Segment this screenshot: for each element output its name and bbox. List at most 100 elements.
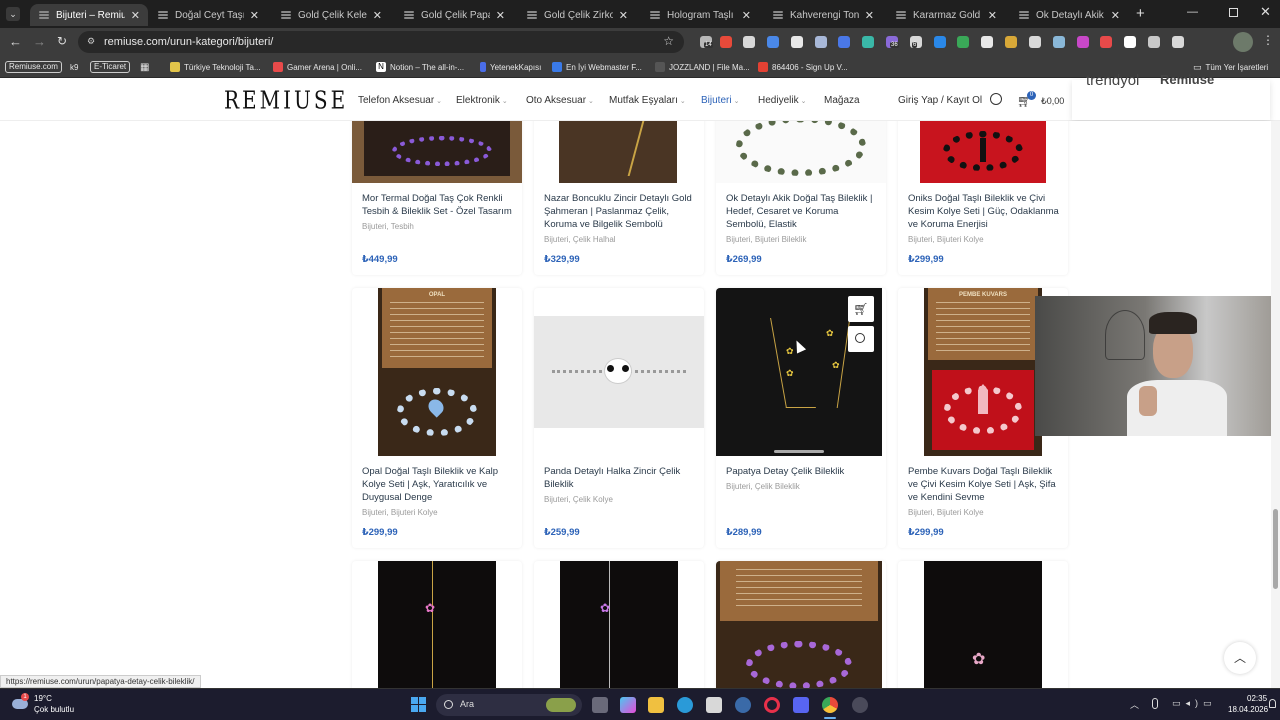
task-view-icon[interactable]: [592, 697, 608, 713]
steam-icon[interactable]: [735, 697, 751, 713]
browser-tab[interactable]: Bijuteri – Remiuse ✕: [30, 4, 148, 26]
browser-tab[interactable]: Kararmaz Gold Çelik ✕: [887, 4, 1005, 26]
product-card[interactable]: ✿: [898, 561, 1068, 688]
file-explorer-icon[interactable]: [648, 697, 664, 713]
browser-tab[interactable]: Ok Detaylı Akik Doğ ✕: [1010, 4, 1128, 26]
extension-icon[interactable]: [1029, 36, 1041, 48]
quick-view-button[interactable]: [848, 326, 874, 352]
tray-icons[interactable]: ▭◂)▭: [1172, 698, 1222, 710]
product-categories[interactable]: Bijuteri, Çelik Kolye: [544, 495, 613, 504]
extension-icon[interactable]: [957, 36, 969, 48]
browser-tab[interactable]: Kahverengi Tonlu Akik ✕: [764, 4, 882, 26]
site-logo[interactable]: REMIUSE: [224, 86, 348, 115]
apps-grid-icon[interactable]: ▦: [140, 60, 149, 74]
extension-icon[interactable]: [791, 36, 803, 48]
start-button[interactable]: [411, 697, 426, 712]
bookmark-eticaret[interactable]: E-Ticaret: [90, 60, 131, 74]
extension-icon[interactable]: [934, 36, 946, 48]
extension-icon[interactable]: [1053, 36, 1065, 48]
page-scrollbar[interactable]: [1271, 121, 1280, 688]
product-categories[interactable]: Bijuteri, Çelik Halhal: [544, 235, 616, 244]
extension-icon[interactable]: [838, 36, 850, 48]
login-link[interactable]: Giriş Yap / Kayıt Ol: [898, 95, 982, 106]
bookmark-jozzland[interactable]: JOZZLAND | File Ma...: [655, 60, 750, 74]
browser-tab[interactable]: Gold Çelik Zirkon Taş ✕: [518, 4, 636, 26]
product-categories[interactable]: Bijuteri, Tesbih: [362, 222, 414, 231]
close-tab-icon[interactable]: ✕: [250, 9, 259, 22]
product-title[interactable]: Pembe Kuvars Doğal Taşlı Bileklik ve Çiv…: [908, 465, 1060, 504]
product-card[interactable]: [716, 561, 886, 688]
bookmark-gmail[interactable]: 864406 - Sign Up V...: [758, 60, 848, 74]
product-card[interactable]: Mor Termal Doğal Taş Çok Renkli Tesbih &…: [352, 121, 522, 275]
extension-icon[interactable]: [767, 36, 779, 48]
product-card[interactable]: Panda Detaylı Halka Zincir Çelik Bilekli…: [534, 288, 704, 548]
product-image[interactable]: OPAL: [352, 288, 522, 456]
bookmark-notion[interactable]: N Notion – The all-in-...: [376, 60, 464, 74]
product-card[interactable]: Nazar Boncuklu Zincir Detaylı Gold Şahme…: [534, 121, 704, 275]
close-tab-icon[interactable]: ✕: [1111, 9, 1120, 22]
extension-icon[interactable]: [981, 36, 993, 48]
product-image[interactable]: [352, 121, 522, 183]
product-categories[interactable]: Bijuteri, Bijuteri Bileklik: [726, 235, 806, 244]
bookmark-remiuse[interactable]: Remiuse.com: [5, 60, 62, 74]
product-card[interactable]: ✿ ✿ ✿ ✿ 🛒︎ Papatya Detay Çelik Bileklik …: [716, 288, 886, 548]
product-image[interactable]: [716, 561, 886, 688]
minimize-button[interactable]: —: [1187, 6, 1198, 18]
menu-icon[interactable]: ⋮: [1262, 33, 1274, 47]
product-image[interactable]: ✿: [352, 561, 522, 688]
clock-time[interactable]: 02:35: [1247, 694, 1267, 703]
nav-hediyelik[interactable]: Hediyelik ⌄: [758, 95, 806, 106]
browser-tab[interactable]: Gold Çelik Papatya ve ✕: [395, 4, 513, 26]
product-categories[interactable]: Bijuteri, Bijuteri Kolye: [908, 508, 984, 517]
extension-icon[interactable]: [1172, 36, 1184, 48]
nav-oto-aksesuar[interactable]: Oto Aksesuar ⌄: [526, 95, 594, 106]
close-tab-icon[interactable]: ✕: [988, 9, 997, 22]
extension-icon[interactable]: [1077, 36, 1089, 48]
product-title[interactable]: Opal Doğal Taşlı Bileklik ve Kalp Kolye …: [362, 465, 514, 504]
site-info-icon[interactable]: ⚙: [87, 36, 95, 47]
close-tab-icon[interactable]: ✕: [742, 9, 751, 22]
chrome-icon[interactable]: [822, 697, 838, 713]
cart-total[interactable]: ₺0,00: [1041, 96, 1064, 107]
bookmark-webmaster[interactable]: En İyi Webmaster F...: [552, 60, 642, 74]
product-card[interactable]: OPAL Opal Doğal Taşlı Bileklik ve Kalp K…: [352, 288, 522, 548]
search-icon[interactable]: [990, 93, 1002, 105]
product-title[interactable]: Panda Detaylı Halka Zincir Çelik Bilekli…: [544, 465, 696, 491]
notification-bell-icon[interactable]: [1269, 699, 1276, 708]
tray-chevron-icon[interactable]: ︿: [1130, 698, 1139, 711]
product-categories[interactable]: Bijuteri, Çelik Bileklik: [726, 482, 800, 491]
forward-icon[interactable]: →: [33, 34, 46, 49]
address-bar[interactable]: ⚙ remiuse.com/urun-kategori/bijuteri/ ☆: [78, 31, 684, 53]
extension-icon[interactable]: [1005, 36, 1017, 48]
extension-icon[interactable]: [1124, 36, 1136, 48]
scrollbar-thumb[interactable]: [1273, 509, 1278, 589]
close-window-button[interactable]: ✕: [1260, 4, 1271, 20]
tab-search-button[interactable]: ⌄: [6, 7, 20, 21]
back-icon[interactable]: ←: [9, 34, 22, 49]
nav-elektronik[interactable]: Elektronik ⌄: [456, 95, 508, 106]
profile-avatar[interactable]: [1233, 32, 1253, 52]
browser-tab[interactable]: Doğal Ceyt Taşı Bilekl ✕: [149, 4, 267, 26]
product-title[interactable]: Nazar Boncuklu Zincir Detaylı Gold Şahme…: [544, 192, 696, 231]
store-icon[interactable]: [706, 697, 722, 713]
new-tab-button[interactable]: +: [1136, 5, 1145, 22]
close-tab-icon[interactable]: ✕: [496, 9, 505, 22]
close-tab-icon[interactable]: ✕: [865, 9, 874, 22]
product-image[interactable]: ✿ ✿ ✿ ✿ 🛒︎: [716, 288, 886, 456]
extension-icon[interactable]: [1100, 36, 1112, 48]
browser-tab[interactable]: Hologram Taşlı Kalpli ✕: [641, 4, 759, 26]
extension-icon[interactable]: [815, 36, 827, 48]
discord-icon[interactable]: [793, 697, 809, 713]
product-categories[interactable]: Bijuteri, Bijuteri Kolye: [362, 508, 438, 517]
close-tab-icon[interactable]: ✕: [131, 9, 140, 22]
product-title[interactable]: Ok Detaylı Akik Doğal Taş Bileklik | Hed…: [726, 192, 878, 231]
close-tab-icon[interactable]: ✕: [619, 9, 628, 22]
bookmark-star-icon[interactable]: ☆: [663, 34, 674, 48]
close-tab-icon[interactable]: ✕: [373, 9, 382, 22]
product-categories[interactable]: Bijuteri, Bijuteri Kolye: [908, 235, 984, 244]
product-image[interactable]: ✿: [898, 561, 1068, 688]
bookmark-yetenek[interactable]: YetenekKapısı: [480, 60, 541, 74]
scroll-to-top-button[interactable]: ︿: [1224, 642, 1256, 674]
product-card[interactable]: Oniks Doğal Taşlı Bileklik ve Çivi Kesim…: [898, 121, 1068, 275]
add-to-cart-button[interactable]: 🛒︎: [848, 296, 874, 322]
